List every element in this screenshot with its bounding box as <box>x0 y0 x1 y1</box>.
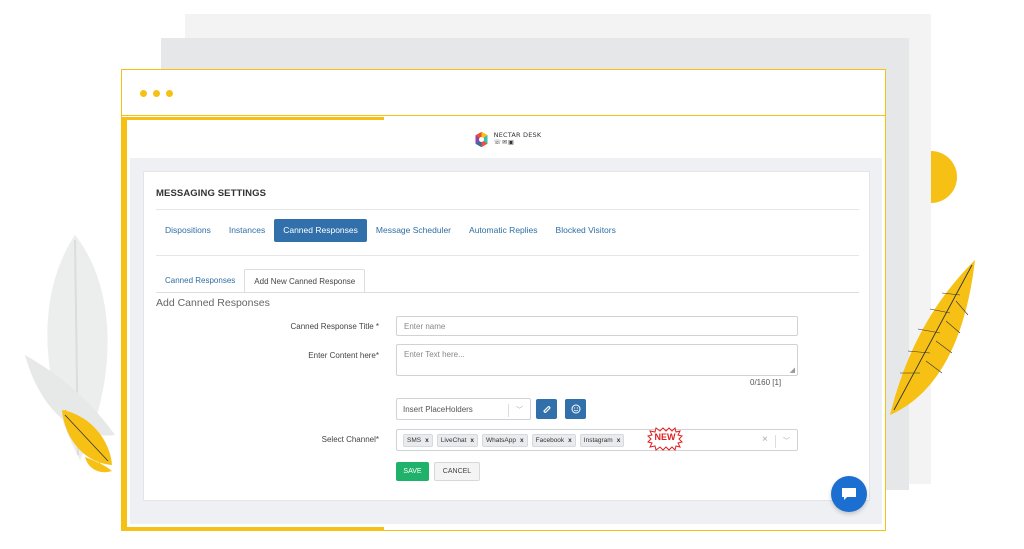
settings-tabs: Dispositions Instances Canned Responses … <box>156 219 625 242</box>
content-area: MESSAGING SETTINGS Dispositions Instance… <box>130 158 882 524</box>
chip-label: Facebook <box>535 437 565 444</box>
new-badge: NEW <box>647 427 683 456</box>
chevron-down-icon[interactable]: ﹀ <box>516 405 523 415</box>
chat-bubble-icon <box>842 488 856 500</box>
yellow-semicircle-decoration <box>931 151 957 203</box>
tab-message-scheduler[interactable]: Message Scheduler <box>367 219 460 242</box>
divider <box>156 292 859 293</box>
brand-name: NECTAR DESK <box>493 130 542 139</box>
divider <box>156 255 859 256</box>
character-counter: 0/160 [1] <box>750 378 782 387</box>
channel-chip-list: SMS x LiveChat x WhatsApp x Facebook x Insta… <box>403 434 625 447</box>
tab-blocked-visitors[interactable]: Blocked Visitors <box>547 219 625 242</box>
browser-window: NECTAR DESK ☏✉▣ MESSAGING SETTINGS Dispo… <box>121 69 886 531</box>
clear-icon[interactable]: × <box>762 434 768 445</box>
channel-chip-livechat[interactable]: LiveChat x <box>436 434 478 447</box>
nectar-desk-logo-icon <box>475 131 488 147</box>
window-controls <box>140 90 173 97</box>
subtab-canned-responses[interactable]: Canned Responses <box>156 269 244 293</box>
settings-card: MESSAGING SETTINGS Dispositions Instance… <box>143 171 870 501</box>
select-channel-multiselect[interactable]: SMS x LiveChat x WhatsApp x Facebook x Insta… <box>396 429 798 451</box>
chip-remove-icon[interactable]: x <box>568 435 572 446</box>
divider <box>156 209 859 210</box>
save-button[interactable]: SAVE <box>396 462 429 481</box>
window-dot[interactable] <box>153 90 160 97</box>
canned-response-title-label: Canned Response Title * <box>290 322 380 331</box>
chevron-down-icon[interactable]: ﹀ <box>783 436 790 446</box>
channel-chip-facebook[interactable]: Facebook x <box>531 434 576 447</box>
chip-label: Instagram <box>583 437 613 444</box>
resize-handle-icon[interactable]: ◢ <box>790 366 795 374</box>
title-placeholder: Enter name <box>404 321 446 331</box>
paperclip-icon <box>542 406 550 413</box>
app-header: NECTAR DESK ☏✉▣ <box>127 120 887 158</box>
chip-remove-icon[interactable]: x <box>425 435 429 446</box>
chip-remove-icon[interactable]: x <box>520 435 524 446</box>
accent-bar <box>122 117 127 531</box>
select-value: Insert PlaceHolders <box>403 404 473 414</box>
emoji-button[interactable] <box>565 399 586 419</box>
insert-placeholders-select[interactable]: Insert PlaceHolders ﹀ <box>396 398 531 420</box>
window-dot[interactable] <box>140 90 147 97</box>
select-separator <box>508 404 509 417</box>
chip-label: WhatsApp <box>486 437 516 444</box>
canned-response-title-input[interactable]: Enter name <box>396 316 798 336</box>
form-title: Add Canned Responses <box>156 297 270 309</box>
select-separator <box>775 435 776 448</box>
tab-canned-responses[interactable]: Canned Responses <box>274 219 367 242</box>
leaf-decoration-right <box>890 260 975 415</box>
chip-remove-icon[interactable]: x <box>617 435 621 446</box>
live-chat-button[interactable] <box>831 476 867 512</box>
content-textarea[interactable]: Enter Text here... ◢ <box>396 344 798 376</box>
canned-response-subtabs: Canned Responses Add New Canned Response <box>156 269 366 293</box>
window-titlebar <box>122 70 885 116</box>
chip-remove-icon[interactable]: x <box>470 435 474 446</box>
window-dot[interactable] <box>166 90 173 97</box>
subtab-add-new-canned-response[interactable]: Add New Canned Response <box>244 269 366 293</box>
channel-chip-whatsapp[interactable]: WhatsApp x <box>482 434 528 447</box>
content-placeholder: Enter Text here... <box>404 350 465 359</box>
content-label: Enter Content here* <box>308 351 379 360</box>
select-channel-label: Select Channel* <box>321 435 379 444</box>
new-badge-text: NEW <box>654 432 676 442</box>
attachment-button[interactable] <box>536 399 557 419</box>
channel-chip-sms[interactable]: SMS x <box>403 434 433 447</box>
tab-instances[interactable]: Instances <box>220 219 274 242</box>
chip-label: LiveChat <box>440 437 467 444</box>
channel-chip-instagram[interactable]: Instagram x <box>579 434 625 447</box>
page-title: MESSAGING SETTINGS <box>156 188 267 199</box>
tab-dispositions[interactable]: Dispositions <box>156 219 220 242</box>
tab-automatic-replies[interactable]: Automatic Replies <box>460 219 547 242</box>
smiley-icon <box>571 404 580 414</box>
leaf-decoration-left <box>25 235 115 473</box>
accent-bar <box>122 527 384 530</box>
chip-label: SMS <box>407 437 422 444</box>
brand-contact-icons: ☏✉▣ <box>493 140 515 147</box>
brand: NECTAR DESK ☏✉▣ <box>494 132 542 147</box>
cancel-button[interactable]: CANCEL <box>434 462 480 481</box>
